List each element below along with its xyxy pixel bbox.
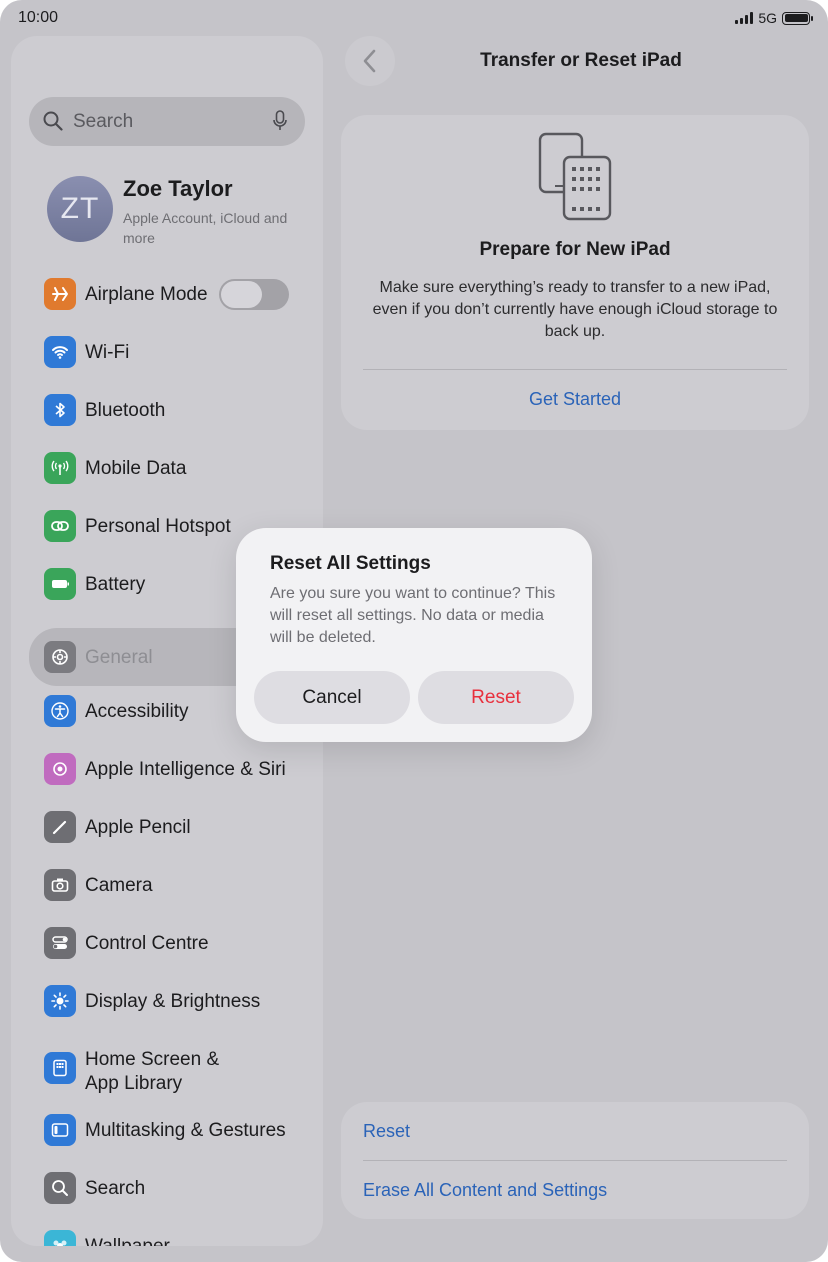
sidebar-item-mobile-data[interactable]: Mobile Data — [11, 443, 323, 493]
antenna-icon — [44, 452, 76, 484]
sidebar-item-apple-intelligence-siri[interactable]: Apple Intelligence & Siri — [11, 744, 323, 794]
cancel-button[interactable]: Cancel — [254, 671, 410, 724]
network-type: 5G — [758, 10, 777, 26]
avatar: ZT — [47, 176, 113, 242]
sidebar-item-label: Multitasking & Gestures — [85, 1120, 286, 1141]
siri-icon — [44, 753, 76, 785]
sidebar-item-bluetooth[interactable]: Bluetooth — [11, 385, 323, 435]
wallpaper-icon — [44, 1230, 76, 1246]
sun-icon — [44, 985, 76, 1017]
sidebar-item-wallpaper[interactable]: Wallpaper — [11, 1221, 323, 1246]
sidebar-item-label: Apple Pencil — [85, 817, 191, 838]
sidebar-item-search[interactable]: Search — [11, 1163, 323, 1213]
page-title: Transfer or Reset iPad — [480, 50, 682, 71]
sidebar-item-home-screen-app-library[interactable]: Home Screen & App Library — [11, 1043, 323, 1094]
sidebar-item-label: Accessibility — [85, 701, 189, 722]
airplane-icon — [44, 278, 76, 310]
wifi-icon — [44, 336, 76, 368]
chevron-left-icon — [363, 49, 376, 73]
battery-icon — [44, 568, 76, 600]
gear-icon — [44, 641, 76, 673]
transfer-devices-icon — [538, 132, 612, 221]
profile-subtitle: Apple Account, iCloud and more — [123, 210, 288, 246]
sidebar-item-display-brightness[interactable]: Display & Brightness — [11, 976, 323, 1026]
sidebar-item-multitasking-gestures[interactable]: Multitasking & Gestures — [11, 1105, 323, 1155]
toggle-knob — [221, 281, 262, 308]
home-grid-icon — [44, 1052, 76, 1084]
divider — [363, 369, 787, 370]
camera-icon — [44, 869, 76, 901]
sidebar-item-label: Wi-Fi — [85, 342, 130, 363]
account-profile[interactable]: ZT Zoe Taylor Apple Account, iCloud and … — [47, 176, 307, 246]
reset-card: Reset Erase All Content and Settings — [341, 1102, 809, 1219]
sidebar-item-label: Home Screen & App Library — [85, 1049, 220, 1094]
prepare-card: Prepare for New iPad Make sure everythin… — [341, 115, 809, 430]
sidebar-item-label: Display & Brightness — [85, 991, 261, 1012]
back-button[interactable] — [345, 36, 395, 86]
signal-icon — [735, 12, 754, 24]
status-bar: 10:00 5G — [0, 0, 828, 36]
sidebar-item-label: Bluetooth — [85, 400, 166, 421]
profile-name: Zoe Taylor — [123, 176, 233, 201]
search-field[interactable]: Search — [29, 97, 305, 146]
erase-all-button[interactable]: Erase All Content and Settings — [363, 1180, 607, 1201]
search-icon — [44, 1172, 76, 1204]
sidebar-item-label: Wallpaper — [85, 1236, 170, 1246]
search-placeholder: Search — [73, 111, 134, 132]
sidebar-item-label: Search — [85, 1178, 146, 1199]
multitask-icon — [44, 1114, 76, 1146]
prepare-description: Make sure everything’s ready to transfer… — [372, 279, 778, 340]
sidebar-item-camera[interactable]: Camera — [11, 860, 323, 910]
search-icon — [43, 111, 63, 131]
status-indicators: 5G — [735, 10, 813, 26]
microphone-icon[interactable] — [273, 110, 287, 132]
reset-alert-dialog: Reset All Settings Are you sure you want… — [236, 528, 592, 742]
sidebar-item-wi-fi[interactable]: Wi-Fi — [11, 327, 323, 377]
confirm-reset-button[interactable]: Reset — [418, 671, 574, 724]
sidebar-item-label: Battery — [85, 574, 146, 595]
sidebar-item-label: Airplane Mode — [85, 284, 208, 305]
airplane-mode-toggle[interactable] — [219, 279, 289, 310]
divider — [363, 1160, 787, 1161]
sidebar-item-apple-pencil[interactable]: Apple Pencil — [11, 802, 323, 852]
toggles-icon — [44, 927, 76, 959]
battery-status-icon — [782, 11, 813, 25]
sidebar-item-label: Apple Intelligence & Siri — [85, 759, 286, 780]
screen: 10:00 5G Search ZT Zoe Taylor Apple Acco… — [0, 0, 828, 1262]
status-time: 10:00 — [18, 9, 59, 26]
alert-message: Are you sure you want to continue? This … — [270, 585, 556, 646]
get-started-button[interactable]: Get Started — [341, 389, 809, 410]
sidebar-item-label: Mobile Data — [85, 458, 187, 479]
sidebar-item-label: Control Centre — [85, 933, 209, 954]
reset-button[interactable]: Reset — [363, 1121, 410, 1142]
alert-title: Reset All Settings — [270, 553, 431, 574]
accessibility-icon — [44, 695, 76, 727]
sidebar-item-airplane-mode[interactable]: Airplane Mode — [11, 269, 323, 319]
sidebar-item-label: Camera — [85, 875, 153, 896]
bluetooth-icon — [44, 394, 76, 426]
link-icon — [44, 510, 76, 542]
prepare-heading: Prepare for New iPad — [479, 239, 671, 260]
sidebar-item-label: Personal Hotspot — [85, 516, 231, 537]
sidebar-item-label: General — [85, 647, 153, 668]
pencil-icon — [44, 811, 76, 843]
sidebar-item-control-centre[interactable]: Control Centre — [11, 918, 323, 968]
